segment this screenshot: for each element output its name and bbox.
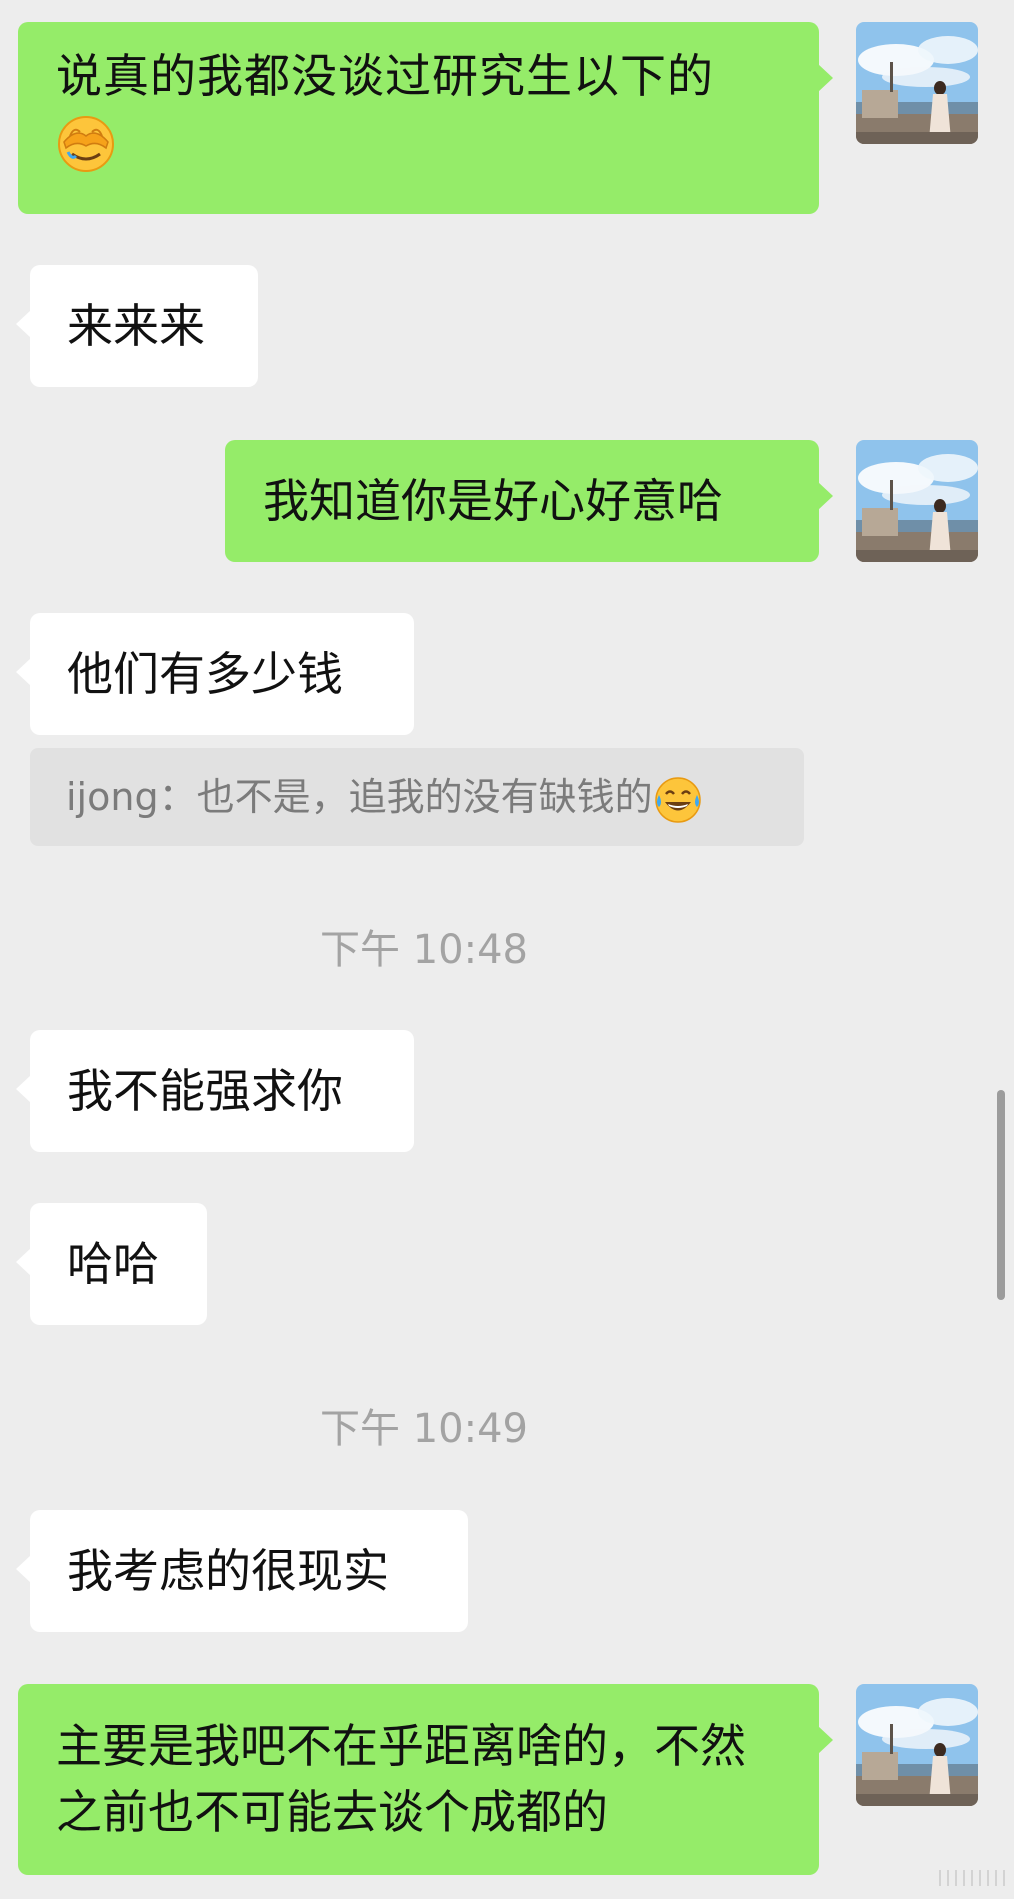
message-text: 我不能强求你 — [67, 1064, 343, 1118]
outgoing-message-bubble[interactable]: 我知道你是好心好意哈 — [225, 440, 833, 562]
message-text: 来来来 — [67, 299, 205, 353]
tears-of-joy-emoji — [653, 775, 703, 825]
incoming-message-bubble[interactable]: 他们有多少钱 — [16, 613, 414, 735]
message-text: 我知道你是好心好意哈 — [263, 474, 723, 528]
watermark-lines-icon — [938, 1868, 1008, 1888]
timestamp: 下午 10:49 — [320, 1406, 528, 1452]
avatar[interactable] — [856, 1684, 978, 1806]
message-text: 主要是我吧不在乎距离啥的，不然之前也不可能去谈个成都的 — [56, 1719, 746, 1839]
avatar[interactable] — [856, 22, 978, 144]
scrollbar[interactable] — [997, 1090, 1005, 1300]
outgoing-message-bubble[interactable]: 说真的我都没谈过研究生以下的 — [18, 22, 833, 214]
face-with-hand-over-eyes-emoji — [56, 114, 116, 174]
message-text: 我考虑的很现实 — [67, 1544, 389, 1598]
incoming-message-bubble[interactable]: 我考虑的很现实 — [16, 1510, 468, 1632]
outgoing-message-bubble[interactable]: 主要是我吧不在乎距离啥的，不然之前也不可能去谈个成都的 — [18, 1684, 833, 1875]
message-text: 哈哈 — [67, 1237, 159, 1291]
quote-separator: ： — [158, 775, 197, 819]
message-text: 他们有多少钱 — [67, 647, 343, 701]
incoming-message-bubble[interactable]: 我不能强求你 — [16, 1030, 414, 1152]
quote-text: 也不是，追我的没有缺钱的 — [196, 775, 653, 819]
message-text: 说真的我都没谈过研究生以下的 — [56, 49, 714, 103]
timestamp: 下午 10:48 — [320, 927, 528, 973]
incoming-message-bubble[interactable]: 哈哈 — [16, 1203, 207, 1325]
avatar[interactable] — [856, 440, 978, 562]
quote-sender: ijong — [66, 775, 159, 819]
quoted-message[interactable]: ijong：也不是，追我的没有缺钱的 — [30, 748, 804, 846]
incoming-message-bubble[interactable]: 来来来 — [16, 265, 258, 387]
